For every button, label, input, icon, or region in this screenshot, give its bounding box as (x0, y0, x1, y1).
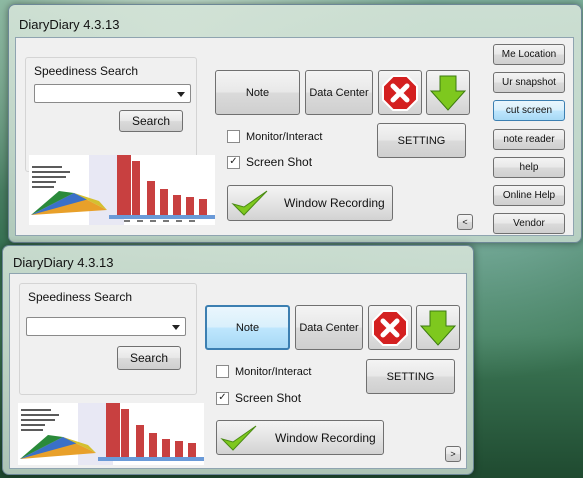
client-area: Speediness Search Search Note Data Cente… (9, 273, 467, 469)
setting-button[interactable]: SETTING (377, 123, 466, 158)
down-arrow-icon (419, 310, 457, 346)
chevron-down-icon[interactable] (172, 325, 180, 330)
checkbox-checked-icon[interactable]: ✓ (227, 155, 240, 169)
note-reader-button[interactable]: note reader (493, 129, 565, 150)
checkbox-checked-icon[interactable]: ✓ (216, 391, 229, 405)
speediness-search-group: Speediness Search Search (19, 283, 197, 395)
screen-shot-label: Screen Shot (246, 155, 313, 169)
data-center-button[interactable]: Data Center (295, 305, 363, 350)
window-recording-button[interactable]: Window Recording (227, 185, 393, 221)
online-help-button[interactable]: Online Help (493, 185, 565, 206)
search-combo[interactable] (34, 84, 191, 103)
window-title: DiaryDiary 4.3.13 (19, 17, 120, 32)
window-title: DiaryDiary 4.3.13 (13, 255, 114, 270)
setting-button[interactable]: SETTING (366, 359, 455, 394)
screen-shot-checkbox[interactable]: ✓ Screen Shot (227, 155, 312, 169)
vendor-button[interactable]: Vendor (493, 213, 565, 234)
checkmark-icon (231, 190, 268, 216)
note-button[interactable]: Note (205, 305, 290, 350)
collapse-button[interactable]: < (457, 214, 473, 230)
client-area: Speediness Search Search Note Data Cente… (15, 37, 574, 236)
data-center-button[interactable]: Data Center (305, 70, 373, 115)
checkbox-box[interactable] (216, 365, 229, 378)
help-button[interactable]: help (493, 157, 565, 178)
monitor-interact-checkbox[interactable]: Monitor/Interact (227, 130, 322, 143)
window-recording-label: Window Recording (284, 196, 385, 210)
window-recording-label: Window Recording (275, 430, 376, 445)
search-combo[interactable] (26, 317, 186, 336)
thumbnail-chart-image (29, 155, 215, 225)
cut-screen-button[interactable]: cut screen (493, 100, 565, 121)
monitor-interact-label: Monitor/Interact (246, 130, 323, 143)
monitor-interact-label: Monitor/Interact (235, 365, 312, 378)
close-icon (382, 74, 418, 111)
screen-shot-checkbox[interactable]: ✓ Screen Shot (216, 391, 301, 405)
ur-snapshot-button[interactable]: Ur snapshot (493, 72, 565, 93)
close-button[interactable] (378, 70, 422, 115)
screenshot-thumbnail[interactable] (18, 403, 204, 465)
monitor-interact-checkbox[interactable]: Monitor/Interact (216, 365, 311, 378)
close-icon (372, 309, 408, 346)
checkbox-box[interactable] (227, 130, 240, 143)
chevron-down-icon[interactable] (177, 92, 185, 97)
main-window-collapsed: DiaryDiary 4.3.13 Speediness Search Sear… (2, 245, 474, 475)
expand-button[interactable]: > (445, 446, 461, 462)
speediness-search-label: Speediness Search (28, 290, 133, 304)
thumbnail-chart-image (18, 403, 204, 465)
main-window-expanded: DiaryDiary 4.3.13 Speediness Search Sear… (8, 4, 582, 243)
download-button[interactable] (426, 70, 470, 115)
search-button[interactable]: Search (119, 110, 183, 132)
window-recording-button[interactable]: Window Recording (216, 420, 384, 455)
search-button[interactable]: Search (117, 346, 181, 370)
screen-shot-label: Screen Shot (235, 391, 302, 405)
close-button[interactable] (368, 305, 412, 350)
down-arrow-icon (429, 75, 467, 111)
download-button[interactable] (416, 305, 460, 350)
screenshot-thumbnail[interactable] (29, 155, 215, 225)
checkmark-icon (220, 425, 257, 451)
speediness-search-label: Speediness Search (34, 64, 139, 78)
note-button[interactable]: Note (215, 70, 300, 115)
me-location-button[interactable]: Me Location (493, 44, 565, 65)
